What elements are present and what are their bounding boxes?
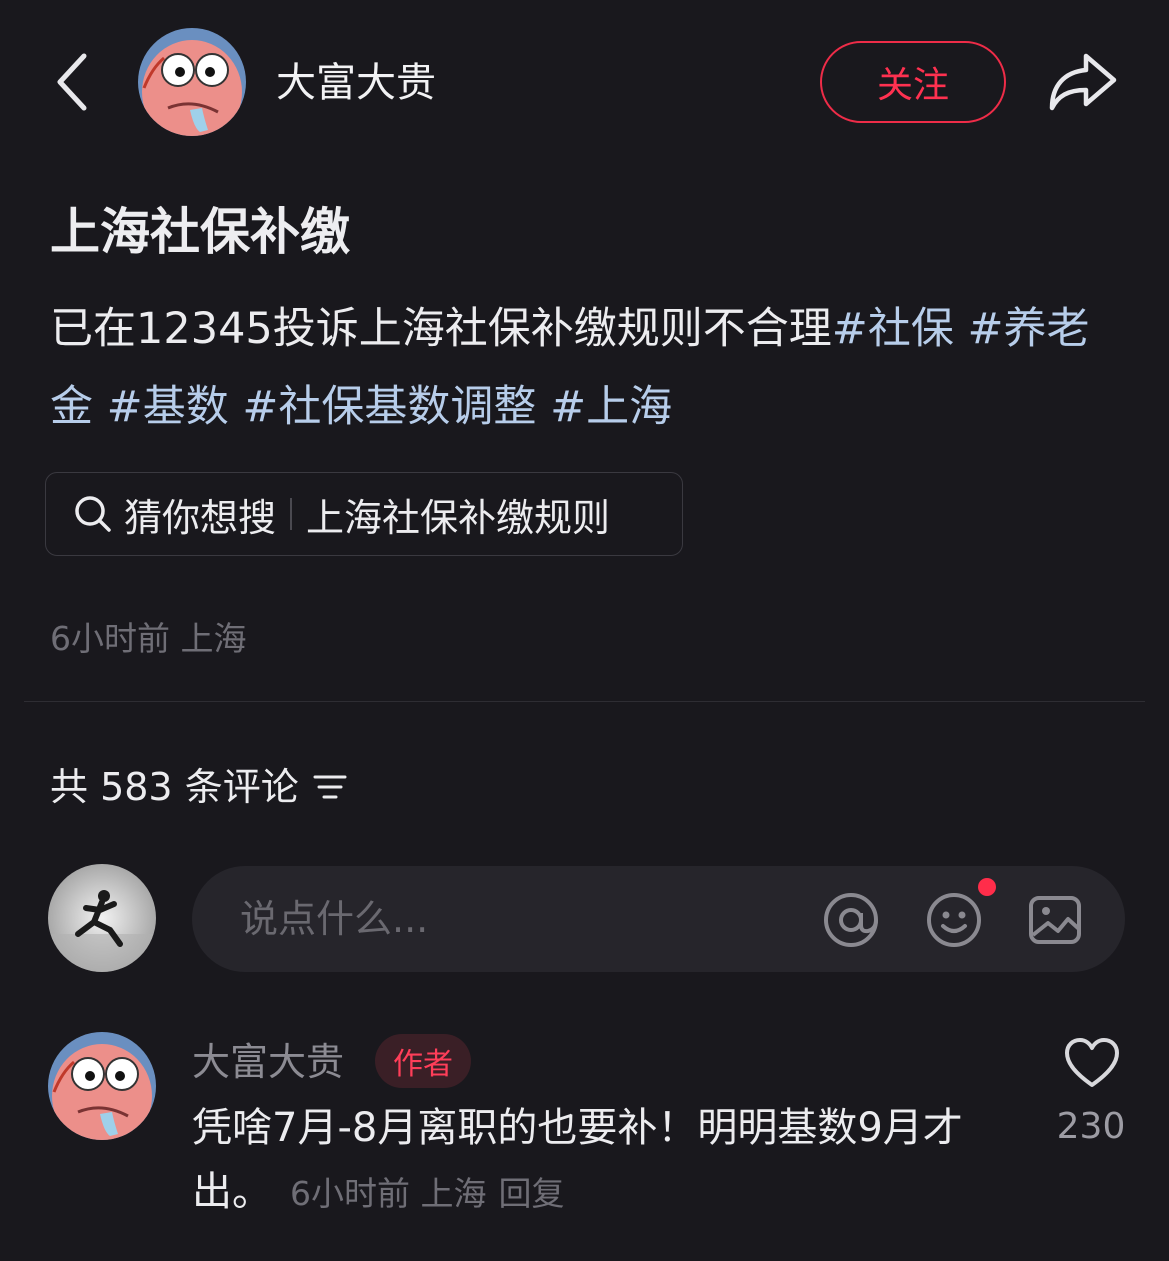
post-detail-page: 大富大贵 关注 上海社保补缴 已在12345投诉上海社保补缴规则不合理#社保 #…: [0, 0, 1169, 1261]
hashtag-link[interactable]: #社保: [832, 304, 954, 354]
post-content: 已在12345投诉上海社保补缴规则不合理#社保 #养老金 #基数 #社保基数调整…: [50, 290, 1130, 446]
post-body-text: 已在12345投诉上海社保补缴规则不合理: [50, 304, 832, 354]
runner-avatar-image: [48, 864, 156, 972]
comment-author-avatar[interactable]: [48, 1032, 156, 1140]
share-arrow-icon: [1049, 53, 1117, 111]
at-icon[interactable]: [822, 891, 880, 949]
back-button[interactable]: [50, 50, 98, 114]
cartoon-avatar-image: [138, 28, 246, 136]
cartoon-avatar-image: [48, 1032, 156, 1140]
guess-search-query: 上海社保补缴规则: [306, 495, 611, 540]
search-icon: [75, 496, 111, 532]
like-button[interactable]: [1064, 1037, 1120, 1091]
section-divider: [24, 701, 1145, 702]
emoji-icon[interactable]: [925, 891, 983, 949]
comments-header: 共 583 条评论: [50, 764, 347, 810]
divider: [290, 498, 293, 530]
notification-dot: [978, 878, 996, 896]
comment-location: 上海: [420, 1174, 487, 1213]
author-name[interactable]: 大富大贵: [276, 58, 436, 108]
like-count: 230: [1056, 1106, 1126, 1147]
post-meta: 6小时前 上海: [50, 619, 247, 658]
comment-meta: 6小时前 上海 回复: [290, 1174, 565, 1213]
comment-input[interactable]: 说点什么...: [192, 866, 1125, 972]
comments-count: 共 583 条评论: [50, 765, 299, 809]
comment-text[interactable]: 凭啥7月-8月离职的也要补！明明基数9月才出。 6小时前 上海 回复: [192, 1096, 1012, 1226]
comment-input-placeholder: 说点什么...: [240, 897, 429, 941]
current-user-avatar[interactable]: [48, 864, 156, 972]
share-button[interactable]: [1046, 50, 1120, 114]
guess-search-suggestion[interactable]: 猜你想搜 上海社保补缴规则: [45, 472, 683, 556]
comment-time: 6小时前: [290, 1174, 410, 1213]
heart-icon: [1065, 1038, 1119, 1087]
post-title: 上海社保补缴: [50, 203, 350, 261]
image-icon[interactable]: [1026, 891, 1084, 949]
author-badge: 作者: [375, 1034, 471, 1088]
guess-search-label: 猜你想搜: [124, 495, 277, 540]
comment-author-name[interactable]: 大富大贵: [192, 1038, 344, 1086]
hashtag-link[interactable]: #基数: [107, 382, 229, 432]
hashtag-link[interactable]: #上海: [550, 382, 672, 432]
author-avatar[interactable]: [138, 28, 246, 136]
reply-button[interactable]: 回复: [499, 1174, 565, 1213]
hashtag-link[interactable]: #社保基数调整: [242, 382, 536, 432]
sort-filter-icon[interactable]: [313, 772, 347, 802]
follow-button[interactable]: 关注: [820, 41, 1006, 123]
chevron-left-icon: [57, 53, 87, 111]
